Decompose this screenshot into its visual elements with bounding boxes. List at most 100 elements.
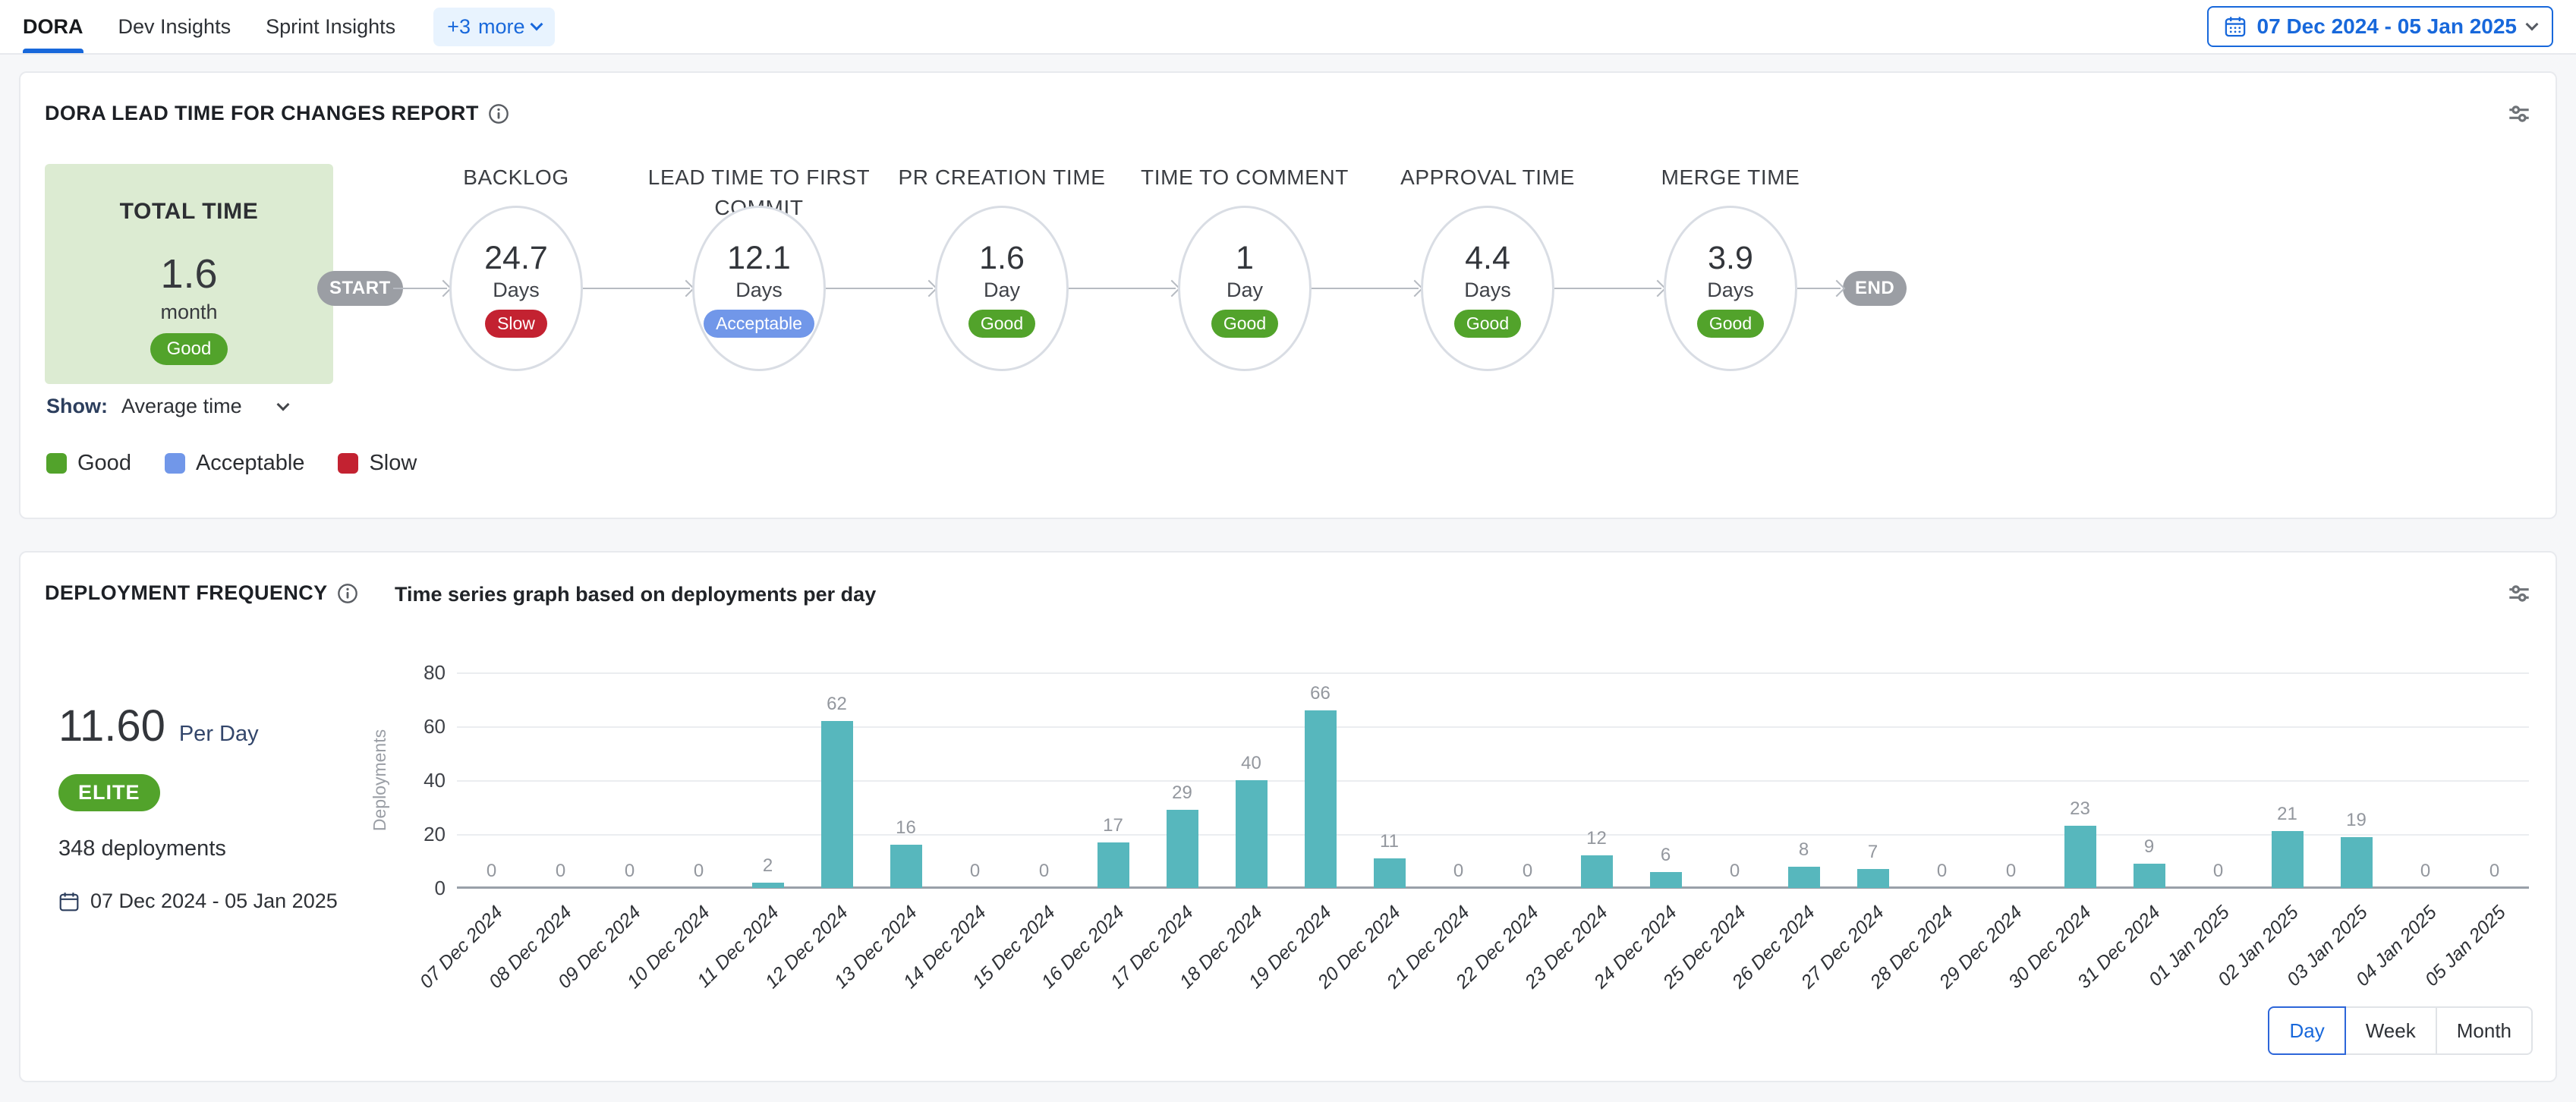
calendar-icon <box>2224 15 2247 38</box>
more-tabs-count: +3 <box>447 15 471 39</box>
bar-12-dec-2024[interactable] <box>821 721 853 888</box>
total-time-badge: Good <box>150 333 228 365</box>
bar-19-dec-2024[interactable] <box>1305 710 1337 888</box>
x-tick-01-jan-2025: 01 Jan 2025 <box>2105 902 2234 1030</box>
stage-node-lead-time-to-first-commit: 12.1DaysAcceptable <box>692 206 826 371</box>
stage-value: 4.4 <box>1465 240 1510 277</box>
x-tick-30-dec-2024: 30 Dec 2024 <box>1967 902 2096 1030</box>
bar-27-dec-2024[interactable] <box>1857 869 1889 888</box>
stage-unit: Day <box>984 279 1020 302</box>
bar-value-17-dec-2024: 29 <box>1137 782 1228 804</box>
stage-node-time-to-comment: 1Day Good <box>1178 206 1312 371</box>
bar-value-03-jan-2025: 19 <box>2311 810 2402 831</box>
y-tick-60: 60 <box>362 715 446 738</box>
granularity-month[interactable]: Month <box>2437 1006 2533 1055</box>
x-tick-24-dec-2024: 24 Dec 2024 <box>1553 902 1681 1030</box>
bar-value-25-dec-2024: 0 <box>1690 861 1781 882</box>
stage-label-pr-creation-time: PR CREATION TIME <box>873 162 1131 193</box>
x-tick-11-dec-2024: 11 Dec 2024 <box>655 902 783 1030</box>
granularity-day[interactable]: Day <box>2268 1006 2345 1055</box>
legend-item-good: Good <box>46 451 131 476</box>
bar-24-dec-2024[interactable] <box>1650 872 1682 888</box>
status-legend: Good Acceptable Slow <box>46 451 417 476</box>
deployments-bar-chart: 007 Dec 2024008 Dec 2024009 Dec 2024010 … <box>457 672 2529 888</box>
legend-label: Acceptable <box>196 451 305 476</box>
flow-start-pill: START <box>317 271 403 306</box>
x-tick-25-dec-2024: 25 Dec 2024 <box>1622 902 1750 1030</box>
bar-value-29-dec-2024: 0 <box>1966 861 2057 882</box>
total-time-value: 1.6 <box>45 250 333 298</box>
x-tick-20-dec-2024: 20 Dec 2024 <box>1277 902 1405 1030</box>
gridline-60 <box>457 726 2529 728</box>
bar-23-dec-2024[interactable] <box>1581 855 1613 888</box>
stage-label-merge-time: MERGE TIME <box>1601 162 1860 193</box>
tab-sprint-insights[interactable]: Sprint Insights <box>266 0 395 53</box>
x-tick-22-dec-2024: 22 Dec 2024 <box>1415 902 1543 1030</box>
total-time-box: TOTAL TIME 1.6 month Good <box>45 164 333 384</box>
bar-02-jan-2025[interactable] <box>2272 831 2304 888</box>
bar-value-05-jan-2025: 0 <box>2449 861 2540 882</box>
flow-arrow <box>1554 288 1661 289</box>
tab-dev-insights[interactable]: Dev Insights <box>118 0 231 53</box>
x-tick-29-dec-2024: 29 Dec 2024 <box>1898 902 2026 1030</box>
bar-value-11-dec-2024: 2 <box>723 855 814 877</box>
stage-unit: Day <box>1227 279 1263 302</box>
more-tabs-button[interactable]: +3 more <box>433 8 555 46</box>
stage-unit: Days <box>493 279 540 302</box>
sliders-icon <box>2505 100 2533 128</box>
bar-17-dec-2024[interactable] <box>1167 810 1198 888</box>
date-range-label: 07 Dec 2024 - 05 Jan 2025 <box>2257 14 2517 39</box>
bar-value-01-jan-2025: 0 <box>2173 861 2264 882</box>
bar-value-30-dec-2024: 23 <box>2035 798 2126 820</box>
bar-16-dec-2024[interactable] <box>1097 842 1129 888</box>
x-tick-14-dec-2024: 14 Dec 2024 <box>862 902 990 1030</box>
total-time-label: TOTAL TIME <box>45 199 333 225</box>
bar-value-15-dec-2024: 0 <box>999 861 1090 882</box>
granularity-toggle: DayWeekMonth <box>2268 1006 2533 1055</box>
x-tick-16-dec-2024: 16 Dec 2024 <box>1000 902 1129 1030</box>
bar-03-jan-2025[interactable] <box>2341 837 2373 888</box>
stage-node-backlog: 24.7DaysSlow <box>449 206 583 371</box>
legend-label: Good <box>77 451 131 476</box>
stage-unit: Days <box>735 279 783 302</box>
flow-end-pill: END <box>1843 271 1907 306</box>
bar-value-27-dec-2024: 7 <box>1828 842 1919 863</box>
gridline-40 <box>457 780 2529 782</box>
bar-30-dec-2024[interactable] <box>2064 826 2096 888</box>
chart-settings-button[interactable] <box>2505 100 2533 128</box>
bar-31-dec-2024[interactable] <box>2134 864 2165 888</box>
stage-status-badge: Good <box>1211 310 1278 338</box>
flow-arrow <box>583 288 690 289</box>
bar-value-16-dec-2024: 17 <box>1068 815 1159 836</box>
tab-dora[interactable]: DORA <box>23 0 83 53</box>
deployments-chart-area: Deployments 007 Dec 2024008 Dec 2024009 … <box>20 553 2556 1081</box>
date-range-picker-button[interactable]: 07 Dec 2024 - 05 Jan 2025 <box>2207 6 2553 47</box>
legend-item-slow: Slow <box>338 451 417 476</box>
granularity-week[interactable]: Week <box>2346 1006 2437 1055</box>
x-tick-07-dec-2024: 07 Dec 2024 <box>379 902 507 1030</box>
x-tick-31-dec-2024: 31 Dec 2024 <box>2036 902 2165 1030</box>
y-tick-40: 40 <box>362 769 446 792</box>
stage-status-badge: Acceptable <box>704 310 814 338</box>
x-tick-28-dec-2024: 28 Dec 2024 <box>1829 902 1957 1030</box>
x-tick-09-dec-2024: 09 Dec 2024 <box>517 902 645 1030</box>
info-icon[interactable] <box>488 103 509 124</box>
bar-26-dec-2024[interactable] <box>1788 867 1820 888</box>
stage-value: 1.6 <box>979 240 1025 277</box>
stage-value: 1 <box>1236 240 1254 277</box>
x-tick-17-dec-2024: 17 Dec 2024 <box>1069 902 1198 1030</box>
stage-value: 3.9 <box>1708 240 1753 277</box>
lead-time-card-title: DORA LEAD TIME FOR CHANGES REPORT <box>45 102 509 125</box>
bar-20-dec-2024[interactable] <box>1374 858 1406 888</box>
lead-time-title-text: DORA LEAD TIME FOR CHANGES REPORT <box>45 102 479 125</box>
bar-18-dec-2024[interactable] <box>1236 780 1268 888</box>
chevron-down-icon <box>276 398 289 411</box>
bar-13-dec-2024[interactable] <box>890 845 922 888</box>
x-tick-23-dec-2024: 23 Dec 2024 <box>1484 902 1612 1030</box>
stage-status-badge: Slow <box>485 310 547 338</box>
x-tick-18-dec-2024: 18 Dec 2024 <box>1138 902 1267 1030</box>
stage-label-approval-time: APPROVAL TIME <box>1359 162 1617 193</box>
flow-arrow <box>826 288 933 289</box>
show-dropdown[interactable]: Show: Average time <box>46 395 288 418</box>
bar-11-dec-2024[interactable] <box>752 883 784 888</box>
